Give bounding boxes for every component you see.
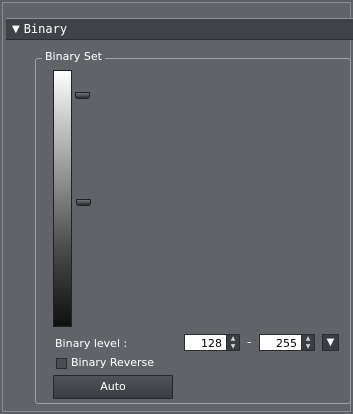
binary-level-min-spinner[interactable]: 128 ▲ ▼ bbox=[184, 334, 240, 351]
dropdown-button[interactable]: ▼ bbox=[322, 334, 339, 351]
binary-reverse-label: Binary Reverse bbox=[71, 356, 155, 369]
binary-level-label: Binary level : bbox=[55, 337, 128, 350]
grayscale-gradient-bar bbox=[53, 70, 72, 327]
min-spin-arrows[interactable]: ▲ ▼ bbox=[226, 334, 240, 351]
chevron-down-icon: ▼ bbox=[326, 337, 335, 348]
upper-threshold-handle[interactable] bbox=[75, 92, 90, 99]
binary-level-max-spinner[interactable]: 255 ▲ ▼ bbox=[259, 334, 315, 351]
spin-up-icon[interactable]: ▲ bbox=[302, 335, 314, 343]
binary-level-min-field[interactable]: 128 bbox=[184, 334, 226, 351]
triangle-down-icon: ▼ bbox=[12, 23, 20, 35]
binary-level-max-field[interactable]: 255 bbox=[259, 334, 301, 351]
binary-reverse-checkbox[interactable] bbox=[56, 358, 67, 369]
binary-set-group bbox=[35, 58, 351, 404]
max-spin-arrows[interactable]: ▲ ▼ bbox=[301, 334, 315, 351]
spin-down-icon[interactable]: ▼ bbox=[227, 343, 239, 351]
section-title: Binary bbox=[23, 22, 68, 36]
spin-down-icon[interactable]: ▼ bbox=[302, 343, 314, 351]
binary-section-header[interactable]: ▼ Binary bbox=[6, 18, 353, 40]
range-separator: - bbox=[247, 335, 252, 349]
lower-threshold-handle[interactable] bbox=[76, 199, 91, 206]
auto-button[interactable]: Auto bbox=[53, 375, 173, 399]
spin-up-icon[interactable]: ▲ bbox=[227, 335, 239, 343]
group-title: Binary Set bbox=[42, 50, 105, 63]
